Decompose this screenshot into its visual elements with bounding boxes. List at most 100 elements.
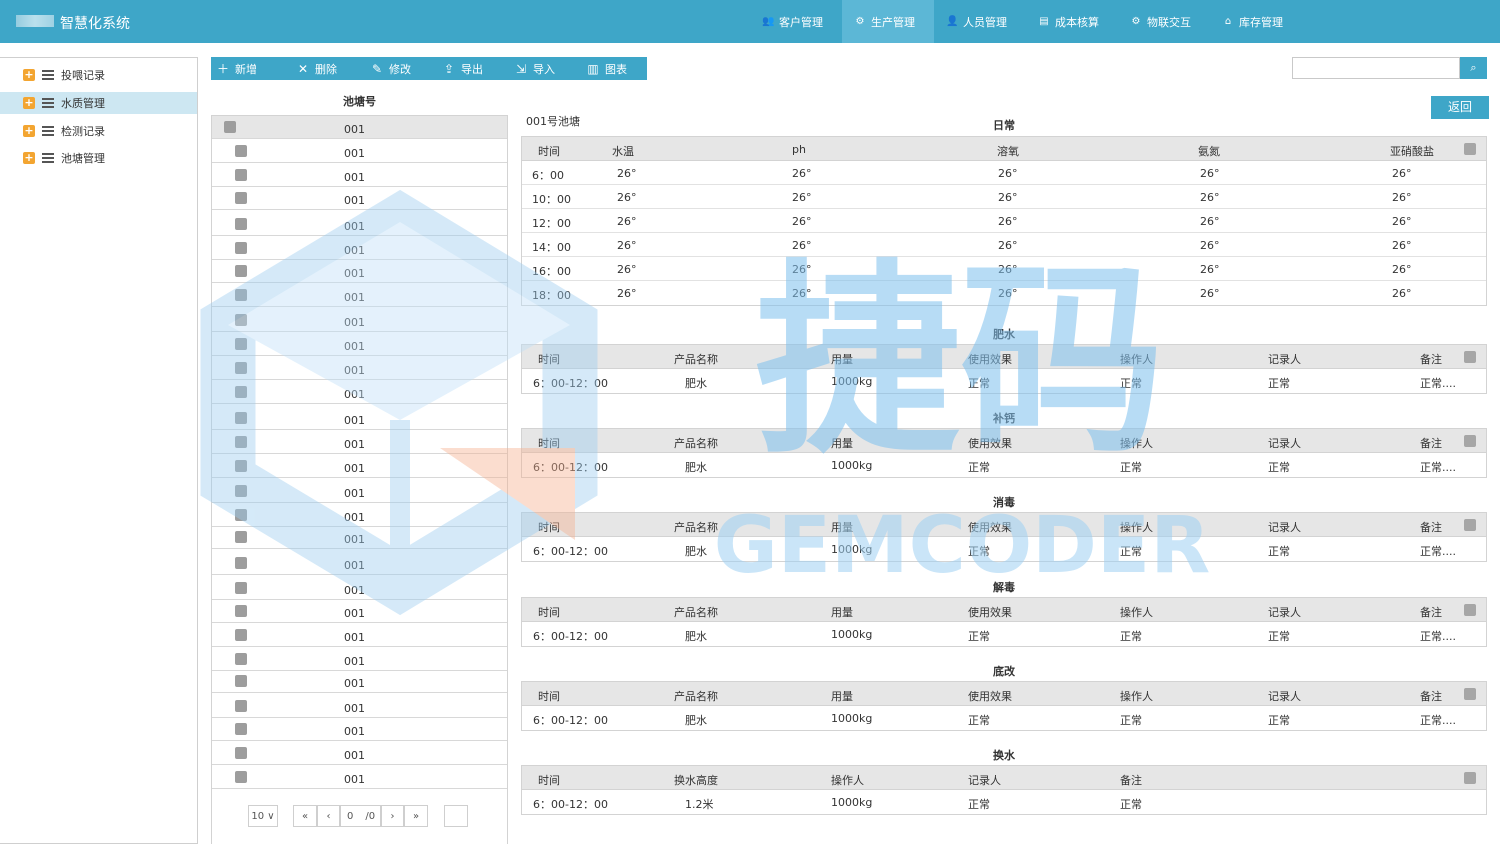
row-checkbox[interactable]	[235, 653, 247, 665]
row-checkbox[interactable]	[235, 412, 247, 424]
row-checkbox[interactable]	[235, 314, 247, 326]
row-checkbox[interactable]	[235, 436, 247, 448]
nav-production[interactable]: ⚙ 生产管理	[842, 0, 934, 43]
pond-row[interactable]: 001	[212, 624, 507, 647]
row-checkbox[interactable]	[235, 192, 247, 204]
pond-row[interactable]: 001	[212, 718, 507, 741]
pond-row[interactable]: 001	[212, 213, 507, 236]
select-all-checkbox[interactable]	[1464, 435, 1476, 447]
row-checkbox[interactable]	[235, 169, 247, 181]
search-button[interactable]: ⌕	[1460, 57, 1487, 79]
pond-row[interactable]: 001	[212, 455, 507, 478]
chart-button[interactable]: ▥ 图表	[577, 57, 647, 80]
refresh-button[interactable]	[444, 805, 468, 827]
expand-plus-icon[interactable]: +	[23, 97, 35, 109]
row-checkbox[interactable]	[235, 557, 247, 569]
page-number-input[interactable]: 0/0	[340, 805, 381, 827]
table-row[interactable]: 6：00-12：00 肥水 1000kg 正常 正常 正常 正常....	[522, 622, 1486, 646]
back-button[interactable]: 返回	[1431, 96, 1489, 119]
row-checkbox[interactable]	[235, 338, 247, 350]
row-checkbox[interactable]	[235, 460, 247, 472]
row-checkbox[interactable]	[235, 771, 247, 783]
expand-plus-icon[interactable]: +	[23, 125, 35, 137]
pond-row[interactable]: 001	[212, 431, 507, 454]
next-page-button[interactable]: ›	[381, 805, 404, 827]
sidebar-item-water-quality[interactable]: + 水质管理	[0, 92, 197, 114]
select-all-checkbox[interactable]	[1464, 351, 1476, 363]
row-checkbox[interactable]	[235, 531, 247, 543]
last-page-button[interactable]: »	[404, 805, 428, 827]
sidebar-item-pond[interactable]: + 池塘管理	[0, 147, 197, 169]
sidebar-item-feeding[interactable]: + 投喂记录	[0, 64, 197, 86]
row-checkbox[interactable]	[235, 242, 247, 254]
row-checkbox[interactable]	[235, 723, 247, 735]
pond-row[interactable]: 001	[212, 766, 507, 789]
pond-row[interactable]: 001	[212, 381, 507, 404]
table-row[interactable]: 10：00 26° 26° 26° 26° 26°	[522, 185, 1486, 209]
nav-iot[interactable]: ⚙ 物联交互	[1118, 0, 1210, 43]
pond-row[interactable]: 001	[212, 237, 507, 260]
table-row[interactable]: 6：00-12：00 肥水 1000kg 正常 正常 正常 正常....	[522, 453, 1486, 477]
row-checkbox[interactable]	[235, 218, 247, 230]
table-row[interactable]: 18：00 26° 26° 26° 26° 26°	[522, 281, 1486, 305]
row-checkbox[interactable]	[235, 485, 247, 497]
first-page-button[interactable]: «	[293, 805, 317, 827]
row-checkbox[interactable]	[235, 265, 247, 277]
pond-row[interactable]: 001	[212, 648, 507, 671]
select-all-checkbox[interactable]	[1464, 688, 1476, 700]
pond-row[interactable]: 001	[212, 407, 507, 430]
select-all-checkbox[interactable]	[1464, 143, 1476, 155]
row-checkbox[interactable]	[235, 145, 247, 157]
pond-row[interactable]: 001	[212, 284, 507, 307]
pond-row[interactable]: 001	[212, 140, 507, 163]
nav-inventory[interactable]: ⌂ 库存管理	[1210, 0, 1302, 43]
row-checkbox[interactable]	[235, 582, 247, 594]
row-checkbox[interactable]	[235, 289, 247, 301]
pond-row[interactable]: 001	[212, 333, 507, 356]
row-checkbox[interactable]	[235, 362, 247, 374]
row-checkbox[interactable]	[235, 747, 247, 759]
table-row[interactable]: 6：00-12：00 肥水 1000kg 正常 正常 正常 正常....	[522, 706, 1486, 730]
table-row[interactable]: 14：00 26° 26° 26° 26° 26°	[522, 233, 1486, 257]
pond-row[interactable]: 001	[212, 577, 507, 600]
pond-row[interactable]: 001	[212, 695, 507, 718]
prev-page-button[interactable]: ‹	[317, 805, 340, 827]
table-row[interactable]: 6：00-12：00 肥水 1000kg 正常 正常 正常 正常....	[522, 537, 1486, 561]
nav-staff[interactable]: 👤 人员管理	[934, 0, 1026, 43]
select-all-checkbox[interactable]	[1464, 604, 1476, 616]
pond-row[interactable]: 001	[212, 526, 507, 549]
pond-row[interactable]: 001	[212, 357, 507, 380]
search-input[interactable]	[1292, 57, 1460, 79]
pond-row[interactable]: 001	[212, 164, 507, 187]
nav-customer[interactable]: 👥 客户管理	[750, 0, 842, 43]
table-row[interactable]: 12：00 26° 26° 26° 26° 26°	[522, 209, 1486, 233]
add-button[interactable]: ＋ 新增	[211, 57, 287, 80]
edit-button[interactable]: ✎ 修改	[361, 57, 433, 80]
delete-button[interactable]: ✕ 删除	[287, 57, 361, 80]
expand-plus-icon[interactable]: +	[23, 152, 35, 164]
row-checkbox[interactable]	[235, 386, 247, 398]
table-row[interactable]: 16：00 26° 26° 26° 26° 26°	[522, 257, 1486, 281]
row-checkbox[interactable]	[235, 629, 247, 641]
table-row[interactable]: 6：00-12：00 1.2米 1000kg 正常 正常	[522, 790, 1486, 814]
pond-row[interactable]: 001	[212, 260, 507, 283]
pond-row[interactable]: 001	[212, 600, 507, 623]
page-size-select[interactable]: 10 ∨	[248, 805, 278, 827]
row-checkbox[interactable]	[235, 700, 247, 712]
pond-row[interactable]: 001	[212, 742, 507, 765]
expand-plus-icon[interactable]: +	[23, 69, 35, 81]
pond-row[interactable]: 001	[212, 552, 507, 575]
pond-row[interactable]: 001	[212, 187, 507, 210]
pond-row[interactable]: 001	[212, 309, 507, 332]
select-all-checkbox[interactable]	[1464, 772, 1476, 784]
row-checkbox[interactable]	[235, 675, 247, 687]
pond-row[interactable]: 001	[212, 480, 507, 503]
row-checkbox[interactable]	[235, 509, 247, 521]
table-row[interactable]: 6：00-12：00 肥水 1000kg 正常 正常 正常 正常....	[522, 369, 1486, 393]
sidebar-item-inspection[interactable]: + 检测记录	[0, 120, 197, 142]
pond-row[interactable]: 001	[212, 504, 507, 527]
import-button[interactable]: ⇲ 导入	[505, 57, 577, 80]
pond-row[interactable]: 001	[212, 670, 507, 693]
export-button[interactable]: ⇪ 导出	[433, 57, 505, 80]
nav-cost[interactable]: ▤ 成本核算	[1026, 0, 1118, 43]
